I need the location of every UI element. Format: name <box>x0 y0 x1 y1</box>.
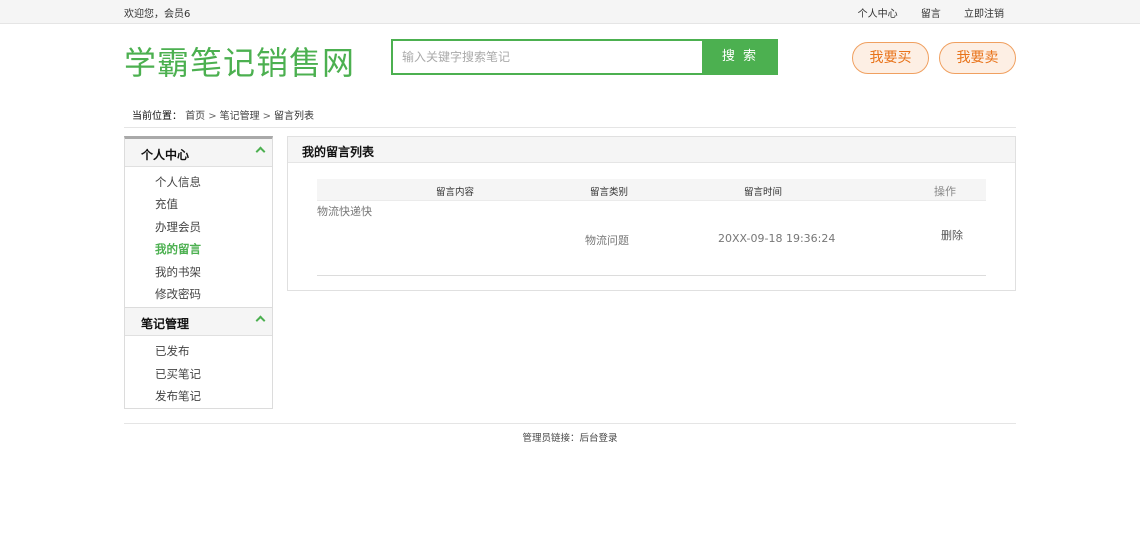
message-list-panel: 我的留言列表 留言内容 留言类别 留言时间 操作 物流快递快 物流问题 20XX… <box>287 136 1016 291</box>
footer-label: 管理员链接： <box>522 433 580 444</box>
breadcrumb-notes-manage[interactable]: 笔记管理 <box>220 111 260 122</box>
search-button[interactable]: 搜 索 <box>702 39 778 75</box>
breadcrumb: 当前位置： 首页 > 笔记管理 > 留言列表 <box>132 107 314 122</box>
top-link-user-center[interactable]: 个人中心 <box>858 9 898 20</box>
sidebar-group-header-user-center[interactable]: 个人中心 <box>125 139 272 167</box>
sidebar-list-user-center: 个人信息 充值 办理会员 我的留言 我的书架 修改密码 <box>125 167 272 307</box>
page-title: 我的留言列表 <box>302 145 375 159</box>
sidebar-item-change-password[interactable]: 修改密码 <box>155 283 272 305</box>
sidebar-group-title: 个人中心 <box>141 148 190 162</box>
breadcrumb-separator: > <box>262 111 271 122</box>
sidebar-group-title: 笔记管理 <box>141 317 190 332</box>
breadcrumb-separator: > <box>208 111 217 122</box>
sidebar-group-notes: 笔记管理 已发布 已买笔记 发布笔记 <box>125 307 272 409</box>
sell-button[interactable]: 我要卖 <box>939 42 1016 74</box>
delete-link[interactable]: 删除 <box>941 227 963 243</box>
chevron-up-icon[interactable] <box>255 146 266 157</box>
sidebar-item-profile[interactable]: 个人信息 <box>155 171 272 193</box>
buy-button[interactable]: 我要买 <box>852 42 929 74</box>
sidebar-item-bought-notes[interactable]: 已买笔记 <box>155 363 272 385</box>
search-box: 搜 索 <box>391 39 778 75</box>
chevron-up-icon[interactable] <box>255 315 266 326</box>
sidebar-item-membership[interactable]: 办理会员 <box>155 216 272 238</box>
search-input[interactable] <box>393 41 703 73</box>
panel-header: 我的留言列表 <box>288 137 1015 163</box>
column-header-action: 操作 <box>934 185 956 198</box>
sidebar-item-recharge[interactable]: 充值 <box>155 193 272 215</box>
message-time: 20XX-09-18 19:36:24 <box>718 232 836 245</box>
top-bar: 欢迎您，会员6 个人中心 留言 立即注销 <box>0 0 1140 24</box>
divider <box>124 127 1016 128</box>
sidebar-item-publish-note[interactable]: 发布笔记 <box>155 385 272 407</box>
breadcrumb-label: 当前位置： <box>132 111 182 122</box>
footer: 管理员链接：后台登录 <box>0 430 1140 444</box>
welcome-text: 欢迎您，会员6 <box>124 9 191 20</box>
footer-divider <box>124 423 1016 424</box>
sidebar-item-my-messages[interactable]: 我的留言 <box>155 238 272 260</box>
admin-login-link[interactable]: 后台登录 <box>580 433 618 444</box>
message-content: 物流快递快 <box>317 205 372 218</box>
message-category: 物流问题 <box>585 234 629 247</box>
table-header: 留言内容 留言类别 留言时间 操作 <box>317 179 986 201</box>
sidebar-group-header-notes[interactable]: 笔记管理 <box>125 308 272 337</box>
column-header-content: 留言内容 <box>436 187 475 198</box>
top-link-logout[interactable]: 立即注销 <box>964 9 1004 20</box>
breadcrumb-current: 留言列表 <box>273 111 314 122</box>
top-link-message[interactable]: 留言 <box>921 9 941 20</box>
site-logo[interactable]: 学霸笔记销售网 <box>124 38 355 84</box>
top-links: 个人中心 留言 立即注销 <box>838 5 1004 20</box>
breadcrumb-home[interactable]: 首页 <box>185 111 205 122</box>
sidebar-item-published[interactable]: 已发布 <box>155 340 272 362</box>
sidebar-list-notes: 已发布 已买笔记 发布笔记 <box>125 336 272 409</box>
table-row: 物流快递快 物流问题 20XX-09-18 19:36:24 删除 <box>317 201 986 276</box>
column-header-time: 留言时间 <box>744 187 783 198</box>
column-header-category: 留言类别 <box>590 187 629 198</box>
sidebar-item-my-bookshelf[interactable]: 我的书架 <box>155 261 272 283</box>
sidebar: 个人中心 个人信息 充值 办理会员 我的留言 我的书架 修改密码 笔记管理 已发… <box>124 136 273 409</box>
